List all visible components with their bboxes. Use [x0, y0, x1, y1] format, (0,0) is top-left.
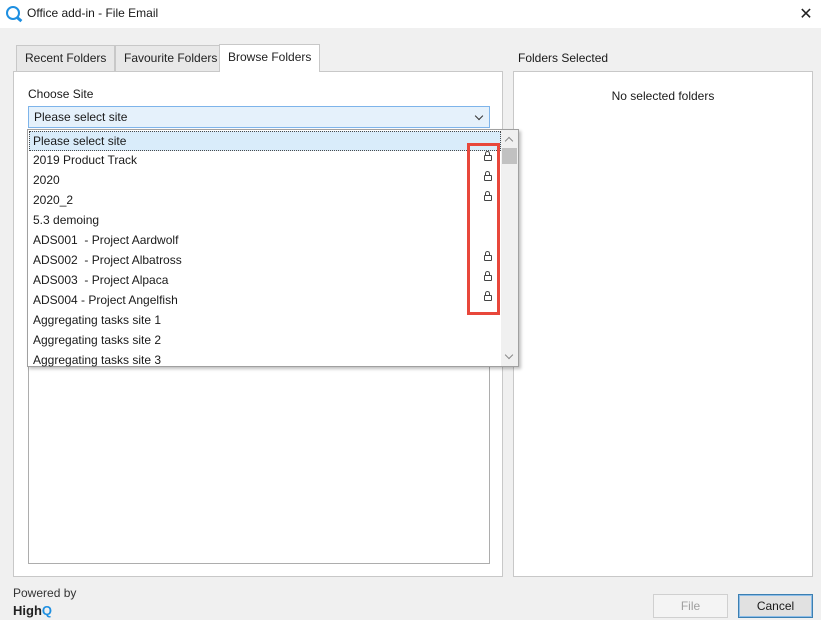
scroll-up-icon[interactable] [504, 136, 514, 146]
option-label: ADS004 - Project Angelfish [33, 293, 178, 307]
option-label: Aggregating tasks site 1 [33, 313, 162, 327]
option-label: 5.3 demoing [33, 213, 100, 227]
site-select-value: Please select site [34, 110, 128, 124]
cancel-button[interactable]: Cancel [738, 594, 813, 618]
powered-by-label: Powered by [13, 586, 77, 600]
option-label: Please select site [33, 134, 127, 148]
option-label: 2019 Product Track [33, 153, 138, 167]
scroll-down-icon[interactable] [504, 350, 514, 360]
folder-tree[interactable] [28, 367, 490, 564]
tab-favourite-folders[interactable]: Favourite Folders [115, 45, 227, 71]
option-label: ADS003 - Project Alpaca [33, 273, 169, 287]
close-icon: ✕ [799, 6, 813, 23]
scroll-thumb[interactable] [502, 148, 517, 164]
dropdown-option[interactable]: ADS001 - Project Aardwolf [29, 230, 501, 250]
folders-selected-panel: No selected folders [513, 71, 813, 577]
dropdown-option[interactable]: 5.3 demoing [29, 210, 501, 230]
file-button[interactable]: File [653, 594, 728, 618]
brand-q: Q [41, 603, 53, 618]
dropdown-option[interactable]: ADS003 - Project Alpaca [29, 270, 501, 290]
option-label: 2020_2 [33, 193, 74, 207]
dropdown-option[interactable]: ADS002 - Project Albatross [29, 250, 501, 270]
brand-prefix: High [13, 603, 42, 618]
tab-recent-folders[interactable]: Recent Folders [16, 45, 116, 71]
option-label: ADS001 - Project Aardwolf [33, 233, 179, 247]
highq-app-icon [6, 6, 20, 20]
chevron-down-icon [474, 111, 484, 121]
no-selected-folders-text: No selected folders [611, 89, 715, 103]
option-label: Aggregating tasks site 3 [33, 353, 162, 367]
site-dropdown-list[interactable]: Please select site 2019 Product Track 20… [27, 129, 519, 367]
highq-logo: HighQ [13, 603, 52, 618]
option-label: Aggregating tasks site 2 [33, 333, 162, 347]
window-title: Office add-in - File Email [27, 6, 159, 20]
folders-selected-label: Folders Selected [518, 51, 609, 65]
close-button[interactable]: ✕ [791, 0, 821, 28]
option-label: 2020 [33, 173, 60, 187]
site-select[interactable]: Please select site [28, 106, 490, 128]
option-label: ADS002 - Project Albatross [33, 253, 182, 267]
dropdown-option[interactable]: Please select site [29, 131, 501, 151]
dropdown-option[interactable]: Aggregating tasks site 2 [29, 330, 501, 350]
dropdown-option[interactable]: 2020 [29, 170, 501, 190]
dropdown-scrollbar[interactable] [501, 130, 518, 366]
lock-highlight-annotation [467, 143, 500, 315]
tab-browse-folders[interactable]: Browse Folders [219, 44, 321, 72]
dropdown-option[interactable]: Aggregating tasks site 3 [29, 350, 501, 370]
choose-site-label: Choose Site [28, 87, 94, 101]
dropdown-option[interactable]: 2019 Product Track [29, 150, 501, 170]
dropdown-option[interactable]: Aggregating tasks site 1 [29, 310, 501, 330]
title-bar: Office add-in - File Email ✕ [0, 0, 821, 28]
dropdown-option[interactable]: 2020_2 [29, 190, 501, 210]
dropdown-option[interactable]: ADS004 - Project Angelfish [29, 290, 501, 310]
